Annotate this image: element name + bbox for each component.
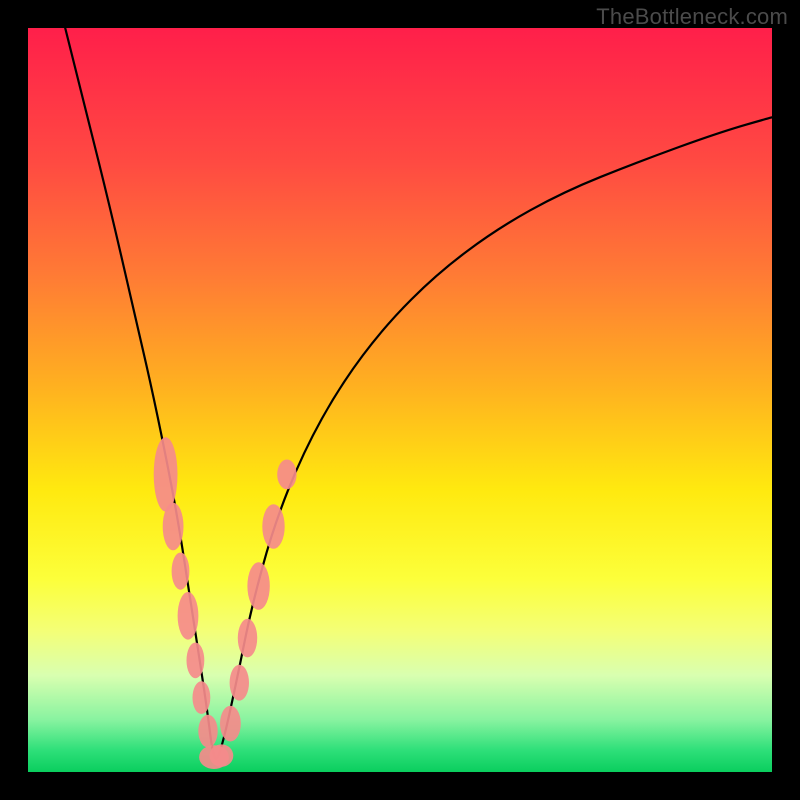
data-point-marker — [220, 706, 241, 742]
data-point-marker — [230, 665, 249, 701]
bottleneck-curve-plot — [28, 28, 772, 772]
data-point-marker — [172, 553, 190, 590]
data-point-marker — [178, 592, 199, 640]
data-point-marker — [262, 504, 284, 549]
data-point-marker — [277, 460, 296, 490]
attribution-watermark: TheBottleneck.com — [596, 4, 788, 30]
data-point-marker — [154, 437, 178, 511]
data-point-marker — [163, 503, 184, 551]
bottleneck-curve — [65, 28, 772, 759]
plot-gradient-background — [28, 28, 772, 772]
data-point-marker — [247, 562, 269, 610]
data-point-marker — [193, 681, 211, 714]
data-point-marker — [198, 715, 217, 748]
data-point-markers — [154, 437, 297, 769]
data-point-marker — [187, 643, 205, 679]
data-point-marker — [238, 619, 257, 658]
chart-frame: TheBottleneck.com — [0, 0, 800, 800]
data-point-marker — [210, 744, 234, 766]
